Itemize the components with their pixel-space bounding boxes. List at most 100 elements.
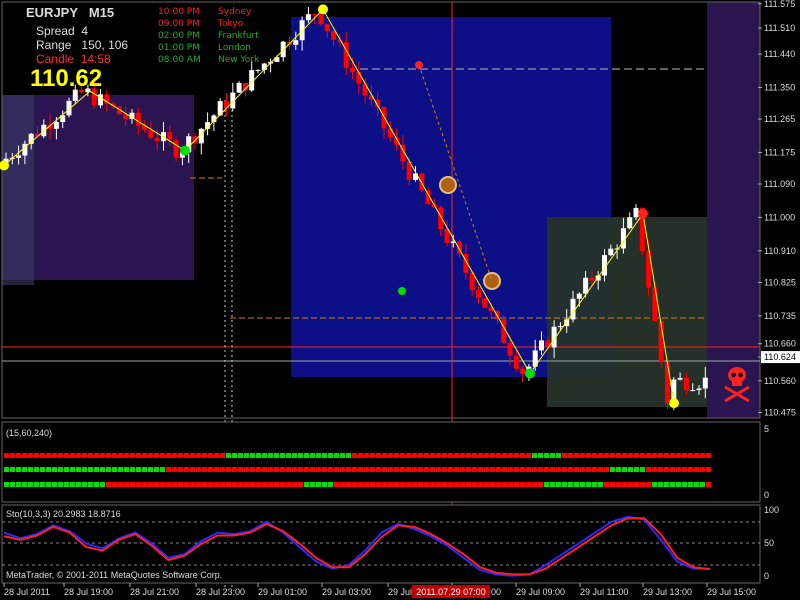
signal-down-block (184, 482, 189, 487)
bull-candle (16, 155, 22, 158)
price-chart[interactable]: 111.575 111.510 111.440 111.350 111.265 111.1… (0, 0, 800, 600)
signal-down-block (256, 467, 261, 472)
signal-down-block (76, 453, 81, 458)
signal-down-block (244, 482, 249, 487)
signal-up-block (640, 467, 645, 472)
signal-up-block (34, 467, 39, 472)
range-value: 150, 106 (81, 38, 129, 52)
signal-up-block (532, 453, 537, 458)
signal-up-block (568, 482, 573, 487)
signal-down-block (454, 482, 459, 487)
signal-up-block (46, 467, 51, 472)
signal-up-block (304, 482, 309, 487)
signal-up-block (130, 467, 135, 472)
price-tick-label: 111.575 (764, 0, 795, 9)
signal-down-block (472, 453, 477, 458)
signal-down-block (532, 482, 537, 487)
signal-up-block (124, 467, 129, 472)
bull-candle (702, 377, 708, 389)
signal-down-block (520, 453, 525, 458)
signal-down-block (208, 482, 213, 487)
signal-up-block (574, 482, 579, 487)
signal-down-block (706, 453, 711, 458)
signal-up-block (280, 453, 285, 458)
signal-down-block (268, 482, 273, 487)
right-session-box (707, 2, 760, 418)
price-tick-label: 111.510 (764, 23, 795, 33)
signal-down-block (106, 482, 111, 487)
signal-down-block (448, 482, 453, 487)
signal-down-block (466, 467, 471, 472)
signal-down-block (406, 453, 411, 458)
signal-down-block (28, 453, 33, 458)
signal-down-block (652, 467, 657, 472)
signal-down-block (118, 453, 123, 458)
signal-down-block (388, 482, 393, 487)
signal-down-block (496, 482, 501, 487)
signal-down-block (232, 482, 237, 487)
signal-down-block (442, 482, 447, 487)
signal-down-block (142, 482, 147, 487)
signal-panel-frame (1, 421, 761, 503)
signal-down-block (514, 453, 519, 458)
signal-down-block (238, 482, 243, 487)
price-tick-label: 111.175 (764, 147, 795, 157)
signal-down-block (562, 467, 567, 472)
signal-down-block (172, 453, 177, 458)
bull-candle (627, 217, 633, 229)
time-tick-label: 28 Jul 19:00 (64, 587, 113, 597)
signal-down-block (652, 453, 657, 458)
signal-down-block (646, 467, 651, 472)
signal-down-block (244, 467, 249, 472)
signal-down-block (280, 467, 285, 472)
signal-down-block (700, 453, 705, 458)
signal-down-block (364, 467, 369, 472)
signal-down-block (472, 467, 477, 472)
signal-up-block (598, 482, 603, 487)
signal-down-block (568, 453, 573, 458)
signal-down-block (382, 453, 387, 458)
signal-down-block (70, 453, 75, 458)
signal-down-block (400, 467, 405, 472)
signal-down-block (46, 453, 51, 458)
signal-down-block (226, 467, 231, 472)
signal-down-block (574, 467, 579, 472)
signal-down-block (322, 467, 327, 472)
signal-up-block (544, 453, 549, 458)
signal-down-block (106, 453, 111, 458)
signal-down-block (598, 453, 603, 458)
signal-down-block (376, 453, 381, 458)
signal-down-block (532, 467, 537, 472)
signal-up-block (100, 482, 105, 487)
bear-candle (482, 298, 488, 308)
bear-candle (173, 140, 179, 158)
signal-up-block (22, 467, 27, 472)
signal-up-block (586, 482, 591, 487)
time-tick-label: 28 Jul 21:00 (130, 587, 179, 597)
signal-down-block (538, 482, 543, 487)
session-name: New York (218, 55, 260, 65)
signal-down-block (604, 467, 609, 472)
signal-down-block (514, 467, 519, 472)
signal-down-block (460, 453, 465, 458)
session-time: 10:00 PM (158, 7, 200, 17)
signal-up-block (4, 467, 9, 472)
signal-up-block (256, 453, 261, 458)
signal-down-block (502, 482, 507, 487)
signal-down-block (112, 482, 117, 487)
signal-down-block (286, 482, 291, 487)
signal-down-block (304, 467, 309, 472)
signal-down-block (394, 453, 399, 458)
signal-down-block (136, 482, 141, 487)
time-axis: 28 Jul 2011 28 Jul 19:00 28 Jul 21:00 28 Ju… (3, 583, 756, 597)
signal-down-block (154, 453, 159, 458)
signal-down-block (508, 453, 513, 458)
signal-down-block (538, 467, 543, 472)
signal-down-block (496, 467, 501, 472)
signal-down-block (520, 467, 525, 472)
signal-up-block (70, 467, 75, 472)
signal-down-block (688, 467, 693, 472)
stochastic-title: Sto(10,3,3) 20.2983 18.8716 (6, 509, 121, 519)
signal-down-block (466, 453, 471, 458)
pivot-marker-green (398, 287, 406, 295)
